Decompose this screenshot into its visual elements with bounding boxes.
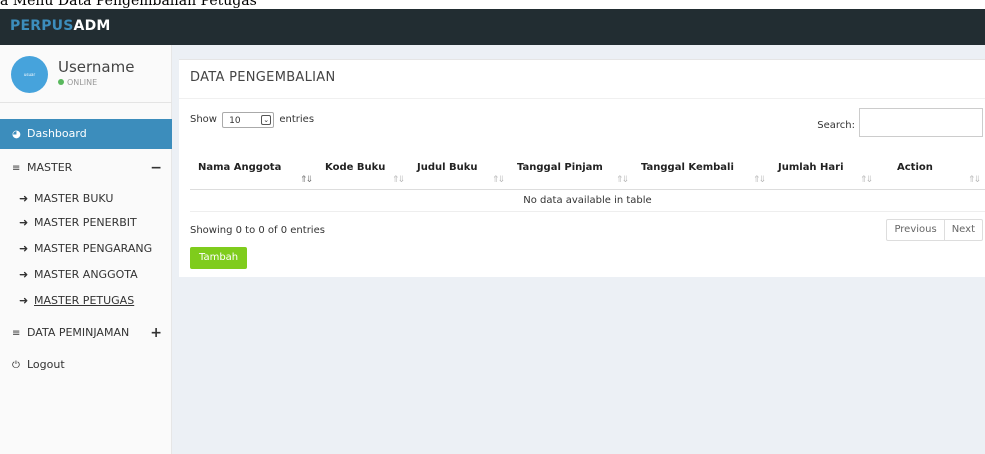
power-icon: ⏻ bbox=[12, 360, 20, 371]
column-header-judul-buku[interactable]: Judul Buku ⇑⇓ bbox=[409, 153, 509, 190]
entries-select-value: 10 bbox=[229, 116, 241, 126]
collapse-icon[interactable]: − bbox=[150, 153, 162, 183]
table-row: No data available in table bbox=[190, 189, 985, 212]
sidebar-item-label: DATA PEMINJAMAN bbox=[27, 326, 130, 339]
length-suffix: entries bbox=[279, 114, 315, 125]
arrow-right-icon: ➜ bbox=[19, 192, 29, 205]
column-label: Judul Buku bbox=[417, 162, 478, 173]
brand-logo[interactable]: PERPUSADM bbox=[10, 9, 111, 45]
sidebar-item-label: MASTER PETUGAS bbox=[34, 294, 135, 307]
search-input[interactable] bbox=[859, 108, 983, 137]
column-label: Tanggal Pinjam bbox=[517, 162, 603, 173]
sidebar-item-master[interactable]: ≡ MASTER − bbox=[0, 153, 172, 183]
sidebar-item-master-petugas[interactable]: ➜ MASTER PETUGAS bbox=[0, 288, 172, 314]
column-header-jumlah-hari[interactable]: Jumlah Hari ⇑⇓ bbox=[770, 153, 877, 190]
column-label: Action bbox=[897, 162, 933, 173]
sidebar-item-label: MASTER PENERBIT bbox=[34, 216, 137, 229]
expand-icon[interactable]: + bbox=[150, 319, 162, 347]
sidebar-item-dashboard[interactable]: ◕ Dashboard bbox=[0, 119, 172, 149]
sidebar-item-master-pengarang[interactable]: ➜ MASTER PENGARANG bbox=[0, 236, 172, 262]
data-table: Nama Anggota ⇑⇓ Kode Buku ⇑⇓ Judul Buku ⇑⇓ … bbox=[190, 153, 985, 212]
sidebar-item-label: Logout bbox=[27, 358, 65, 371]
user-status-label: ONLINE bbox=[67, 78, 98, 87]
column-header-tanggal-pinjam[interactable]: Tanggal Pinjam ⇑⇓ bbox=[509, 153, 633, 190]
content-box: DATA PENGEMBALIAN Show 10 ⌄ entries Searc… bbox=[179, 59, 985, 277]
empty-table-message: No data available in table bbox=[190, 189, 985, 212]
arrow-right-icon: ➜ bbox=[19, 294, 29, 307]
sidebar-item-label: MASTER BUKU bbox=[34, 192, 114, 205]
column-header-tanggal-kembali[interactable]: Tanggal Kembali ⇑⇓ bbox=[633, 153, 770, 190]
user-status: ONLINE bbox=[58, 78, 97, 87]
pagination: Previous Next bbox=[886, 219, 983, 241]
tambah-button[interactable]: Tambah bbox=[190, 247, 248, 269]
table-info: Showing 0 to 0 of 0 entries bbox=[190, 225, 325, 236]
brand-part-2: ADM bbox=[73, 18, 111, 34]
sidebar-item-data-peminjaman[interactable]: ≡ DATA PEMINJAMAN + bbox=[0, 319, 172, 347]
sidebar-item-label: MASTER bbox=[27, 161, 73, 174]
sort-icon: ⇑⇓ bbox=[491, 174, 505, 185]
sort-icon: ⇑⇓ bbox=[391, 174, 405, 185]
sort-icon: ⇑⇓ bbox=[615, 174, 629, 185]
brand-part-1: PERPUS bbox=[10, 18, 74, 34]
avatar: usuar bbox=[11, 56, 48, 93]
sort-icon: ⇑⇓ bbox=[752, 174, 766, 185]
main-content: DATA PENGEMBALIAN Show 10 ⌄ entries Searc… bbox=[172, 45, 985, 454]
sidebar-item-label: MASTER PENGARANG bbox=[34, 242, 153, 255]
column-label: Kode Buku bbox=[325, 162, 386, 173]
box-divider bbox=[179, 98, 985, 99]
column-label: Nama Anggota bbox=[198, 162, 282, 173]
sidebar-item-logout[interactable]: ⏻ Logout bbox=[0, 351, 172, 379]
page-caption: a Menu Data Pengembalian Petugas bbox=[0, 0, 257, 9]
arrow-right-icon: ➜ bbox=[19, 268, 29, 281]
arrow-right-icon: ➜ bbox=[19, 242, 29, 255]
column-header-action[interactable]: Action ⇑⇓ bbox=[877, 153, 985, 190]
bars-icon: ≡ bbox=[12, 328, 21, 339]
dashboard-icon: ◕ bbox=[12, 129, 21, 140]
search-label: Search: bbox=[817, 120, 855, 131]
chevron-down-icon: ⌄ bbox=[261, 115, 272, 125]
previous-button[interactable]: Previous bbox=[887, 220, 943, 240]
column-header-kode-buku[interactable]: Kode Buku ⇑⇓ bbox=[317, 153, 409, 190]
sort-icon: ⇑⇓ bbox=[967, 174, 981, 185]
length-prefix: Show bbox=[190, 114, 217, 125]
sidebar-item-master-buku[interactable]: ➜ MASTER BUKU bbox=[0, 186, 172, 212]
user-panel: usuar Username ONLINE bbox=[0, 45, 172, 103]
sidebar-item-master-anggota[interactable]: ➜ MASTER ANGGOTA bbox=[0, 262, 172, 288]
sidebar: usuar Username ONLINE ◕ Dashboard ≡ MASTER… bbox=[0, 45, 172, 454]
sort-asc-icon: ⇑⇓ bbox=[299, 174, 313, 185]
entries-select[interactable]: 10 ⌄ bbox=[222, 112, 275, 128]
arrow-right-icon: ➜ bbox=[19, 216, 29, 229]
column-label: Tanggal Kembali bbox=[641, 162, 734, 173]
sidebar-item-label: MASTER ANGGOTA bbox=[34, 268, 138, 281]
next-button[interactable]: Next bbox=[943, 220, 982, 240]
entries-length-control: Show 10 ⌄ entries bbox=[190, 112, 314, 128]
column-label: Jumlah Hari bbox=[778, 162, 844, 173]
page-title: DATA PENGEMBALIAN bbox=[190, 70, 336, 85]
sort-icon: ⇑⇓ bbox=[859, 174, 873, 185]
bars-icon: ≡ bbox=[12, 163, 21, 174]
user-name: Username bbox=[58, 58, 135, 76]
sidebar-item-label: Dashboard bbox=[27, 127, 87, 140]
online-dot-icon bbox=[58, 79, 64, 85]
sidebar-item-master-penerbit[interactable]: ➜ MASTER PENERBIT bbox=[0, 210, 172, 236]
top-navbar: PERPUSADM bbox=[0, 9, 985, 45]
column-header-nama-anggota[interactable]: Nama Anggota ⇑⇓ bbox=[190, 153, 317, 190]
